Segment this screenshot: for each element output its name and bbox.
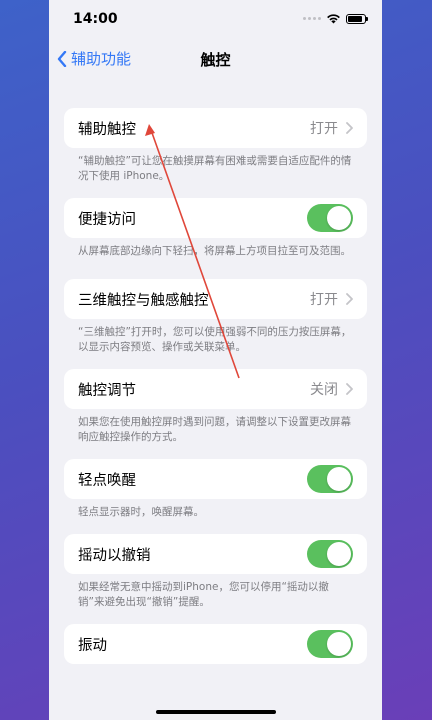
row-footnote: 从屏幕底部边缘向下轻扫，将屏幕上方项目拉至可及范围。 [78, 245, 351, 257]
reachability-toggle[interactable] [307, 204, 353, 232]
chevron-right-icon [346, 293, 353, 305]
vibration-row: 振动 [64, 624, 367, 664]
row-value-group: 关闭 [310, 379, 353, 399]
row-label: 三维触控与触感触控 [78, 292, 209, 309]
shake-to-undo-toggle[interactable] [307, 540, 353, 568]
chevron-right-icon [346, 122, 353, 134]
section-touch-accommodations: 触控调节 关闭 如果您在使用触控屏时遇到问题，请调整以下设置更改屏幕响应触控操作… [64, 369, 367, 445]
row-footnote: 如果经常无意中摇动到iPhone，您可以停用“摇动以撤销”来避免出现“撤销”提醒… [78, 581, 329, 608]
assistive-touch-row[interactable]: 辅助触控 打开 [64, 108, 367, 148]
tap-to-wake-toggle[interactable] [307, 465, 353, 493]
row-value: 关闭 [310, 382, 338, 398]
status-bar: 14:00 [49, 0, 382, 40]
row-label: 便捷访问 [78, 211, 136, 228]
settings-list: 辅助触控 打开 “辅助触控”可让您在触摸屏幕有困难或需要自适应配件的情况下使用 … [49, 108, 382, 664]
row-label: 摇动以撤销 [78, 547, 151, 564]
row-value: 打开 [310, 292, 338, 308]
row-value: 打开 [310, 121, 338, 137]
page-title: 触控 [200, 51, 231, 69]
row-label: 触控调节 [78, 382, 136, 399]
battery-icon [346, 13, 368, 24]
row-footnote: “辅助触控”可让您在触摸屏幕有困难或需要自适应配件的情况下使用 iPhone。 [78, 155, 352, 182]
row-footnote: “三维触控”打开时，您可以使用强弱不同的压力按压屏幕，以显示内容预览、操作或关联… [78, 326, 352, 353]
section-shake-to-undo: 摇动以撤销 如果经常无意中摇动到iPhone，您可以停用“摇动以撤销”来避免出现… [64, 534, 367, 610]
section-assistive-touch: 辅助触控 打开 “辅助触控”可让您在触摸屏幕有困难或需要自适应配件的情况下使用 … [64, 108, 367, 184]
row-value-group: 打开 [310, 289, 353, 309]
status-time: 14:00 [73, 11, 118, 27]
touch-accommodations-row[interactable]: 触控调节 关闭 [64, 369, 367, 409]
shake-to-undo-row: 摇动以撤销 [64, 534, 367, 574]
row-label: 振动 [78, 637, 107, 654]
chevron-right-icon [346, 383, 353, 395]
section-reachability: 便捷访问 从屏幕底部边缘向下轻扫，将屏幕上方项目拉至可及范围。 [64, 198, 367, 259]
navigation-bar: 辅助功能 触控 [49, 44, 382, 74]
phone-screen: 14:00 辅助功能 触控 辅助触控 打开 “辅助触控”可让您在触摸屏幕有困难或… [49, 0, 382, 720]
row-value-group: 打开 [310, 118, 353, 138]
row-footnote: 轻点显示器时，唤醒屏幕。 [78, 506, 204, 518]
row-footnote: 如果您在使用触控屏时遇到问题，请调整以下设置更改屏幕响应触控操作的方式。 [78, 416, 351, 443]
section-tap-to-wake: 轻点唤醒 轻点显示器时，唤醒屏幕。 [64, 459, 367, 520]
section-3d-touch: 三维触控与触感触控 打开 “三维触控”打开时，您可以使用强弱不同的压力按压屏幕，… [64, 279, 367, 355]
signal-dots-icon [303, 17, 321, 20]
3d-touch-row[interactable]: 三维触控与触感触控 打开 [64, 279, 367, 319]
home-indicator [155, 710, 276, 714]
row-label: 轻点唤醒 [78, 472, 136, 489]
section-vibration: 振动 [64, 624, 367, 664]
status-icons [303, 13, 368, 24]
vibration-toggle[interactable] [307, 630, 353, 658]
row-label: 辅助触控 [78, 121, 136, 138]
wifi-icon [327, 14, 340, 24]
tap-to-wake-row: 轻点唤醒 [64, 459, 367, 499]
reachability-row: 便捷访问 [64, 198, 367, 238]
